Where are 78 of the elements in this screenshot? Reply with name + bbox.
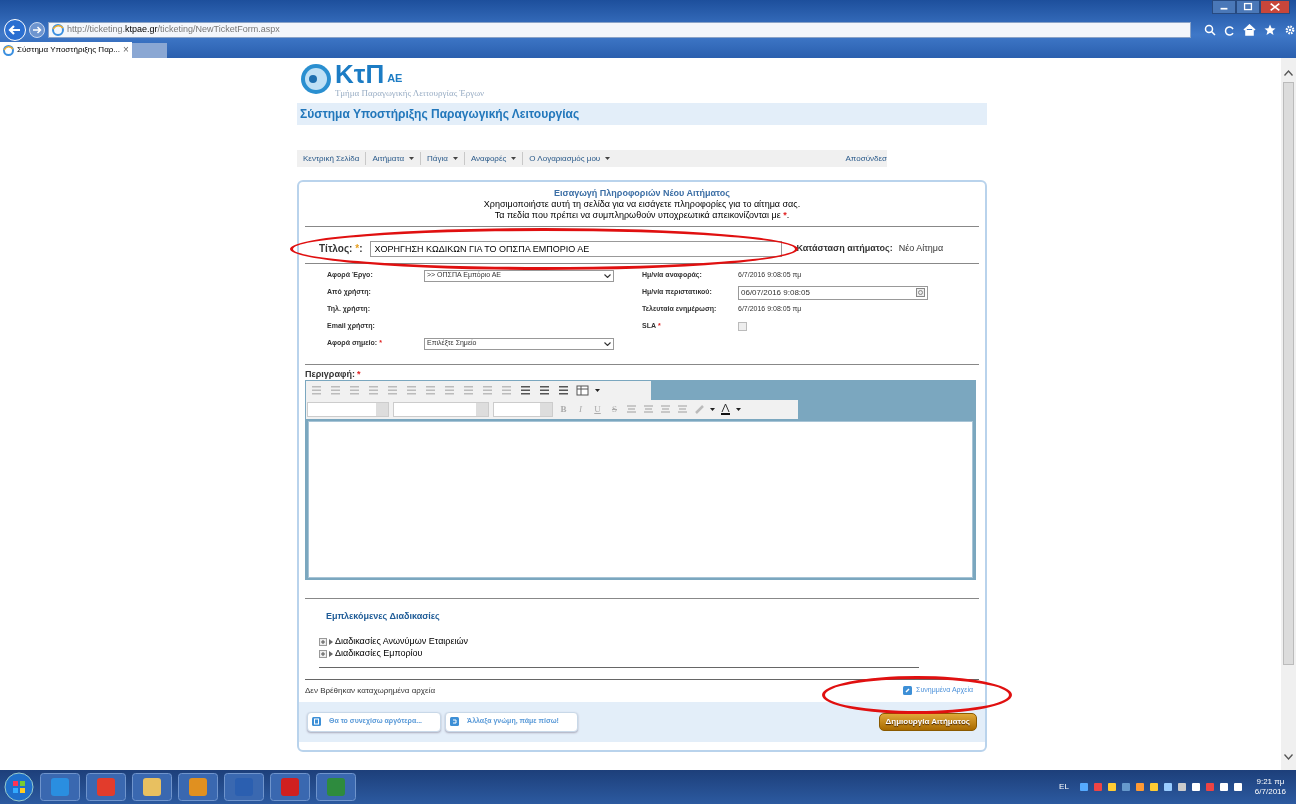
caret-icon[interactable]: [595, 389, 600, 392]
tray-icon[interactable]: [1106, 782, 1117, 792]
logout-link[interactable]: Αποσύνδεσ: [845, 152, 887, 165]
browser-page-icon: [3, 44, 14, 56]
tray-icon[interactable]: [1148, 782, 1159, 792]
caret-icon[interactable]: [710, 408, 715, 411]
clock-time: 9:21 πμ: [1256, 777, 1285, 787]
tray-icon[interactable]: [1078, 782, 1089, 792]
home-icon[interactable]: [1243, 24, 1256, 36]
caret-icon: [409, 157, 415, 160]
logo-text: ΚτΠ: [335, 61, 385, 87]
related-heading: Εμπλεκόμενες Διαδικασίες: [326, 610, 441, 623]
paperclip-icon: [903, 686, 913, 695]
tray-icon[interactable]: [1232, 782, 1243, 792]
sla-checkbox[interactable]: [738, 322, 747, 331]
caret-icon: [511, 157, 517, 160]
expand-icon[interactable]: [319, 637, 327, 646]
language-indicator[interactable]: EL: [1059, 781, 1069, 793]
start-button-icon[interactable]: [4, 772, 34, 802]
clock-date: 6/7/2016: [1254, 787, 1286, 797]
font-dropdown[interactable]: [393, 402, 489, 417]
url-text: http://ticketing.ktpae.gr/ticketing/NewTicketForm.aspx: [67, 23, 280, 37]
tray-icon[interactable]: [1190, 782, 1201, 792]
search-icon[interactable]: [1204, 24, 1216, 36]
tab-close-button[interactable]: ×: [123, 45, 129, 55]
scroll-down-icon[interactable]: [1284, 754, 1293, 760]
nav-menu-item[interactable]: Ο Λογαριασμός μου: [522, 152, 617, 165]
star-icon[interactable]: [1264, 24, 1276, 36]
tray-icon[interactable]: [1134, 782, 1145, 792]
nav-menu-item[interactable]: Κεντρική Σελίδα: [297, 152, 366, 165]
logo-subtitle: Τμήμα Παραγωγικής Λειτουργίας Έργων: [335, 87, 485, 99]
intro-text: Χρησιμοποιήστε αυτή τη σελίδα για να εισάγετε πληροφορίες για το αίτημα σας.: [482, 199, 802, 210]
title-label: Τίτλος: *:: [319, 242, 363, 256]
status-label: Κατάσταση αιτήματος:: [796, 241, 893, 255]
logo-circle-icon: [300, 63, 332, 95]
tray-icon[interactable]: [1162, 782, 1173, 792]
maximize-icon[interactable]: [1236, 0, 1260, 14]
size-dropdown[interactable]: [493, 402, 553, 417]
title-input[interactable]: ΧΟΡΗΓΗΣΗ ΚΩΔΙΚΩΝ ΓΙΑ ΤΟ ΟΠΣΠΑ ΕΜΠΟΡΙΟ ΑΕ: [370, 240, 783, 257]
logo-suffix: ΑΕ: [387, 70, 403, 86]
system-title-band: Σύστημα Υποστήριξης Παραγωγικής Λειτουργίας: [297, 103, 987, 125]
description-label: Περιγραφή: *: [305, 369, 362, 380]
save-icon: [312, 717, 321, 726]
tray-icon[interactable]: [1176, 782, 1187, 792]
required-note: Τα πεδία που πρέπει να συμπληρωθούν υποχρεωτικά απεικονίζονται με *.: [493, 210, 791, 221]
address-bar[interactable]: http://ticketing.ktpae.gr/ticketing/NewTicketForm.aspx: [48, 22, 1191, 38]
browser-page-icon: [52, 24, 64, 36]
browser-tab[interactable]: Σύστημα Υποστήριξης Παρ... ×: [0, 42, 132, 58]
highlighter-icon[interactable]: [693, 403, 706, 416]
caret-icon: [604, 273, 611, 278]
nav-menu-item[interactable]: Αιτήματα: [365, 152, 421, 165]
scrollbar[interactable]: [1281, 58, 1296, 770]
nav-menu-item[interactable]: Πάγια: [420, 152, 464, 165]
nav-menu-item[interactable]: Αναφορές: [463, 152, 523, 165]
caret-icon: [452, 157, 458, 160]
status-value: Νέο Αίτημα: [898, 241, 944, 255]
caret-icon: [604, 341, 611, 346]
settings-icon[interactable]: [1284, 24, 1296, 36]
caret-icon: [605, 157, 611, 160]
scroll-thumb[interactable]: [1283, 82, 1294, 665]
tree-item[interactable]: Διαδικασίες Εμπορίου: [319, 647, 979, 660]
form-heading: Εισαγωγή Πληροφοριών Νέου Αιτήματος: [553, 188, 731, 199]
scroll-up-icon[interactable]: [1284, 70, 1293, 76]
calendar-icon[interactable]: [916, 288, 925, 297]
refresh-icon[interactable]: [1224, 24, 1235, 36]
caret-icon[interactable]: [736, 408, 741, 411]
style-dropdown[interactable]: [307, 402, 389, 417]
table-icon[interactable]: [576, 384, 589, 397]
text-color-icon[interactable]: [719, 403, 732, 416]
tray-icon[interactable]: [1218, 782, 1229, 792]
date-time-field[interactable]: 06/07/2016 9:08:05: [738, 285, 928, 300]
tab-title: Σύστημα Υποστήριξης Παρ...: [17, 44, 120, 56]
close-icon[interactable]: [1260, 0, 1290, 14]
tree-item[interactable]: Διαδικασίες Ανωνύμων Εταιρειών: [319, 635, 979, 648]
new-tab-button[interactable]: [131, 43, 167, 58]
expand-icon[interactable]: [319, 649, 327, 658]
minimize-icon[interactable]: [1212, 0, 1236, 14]
attachments-note: Δεν Βρέθηκαν καταχωρημένα αρχεία: [305, 684, 436, 697]
